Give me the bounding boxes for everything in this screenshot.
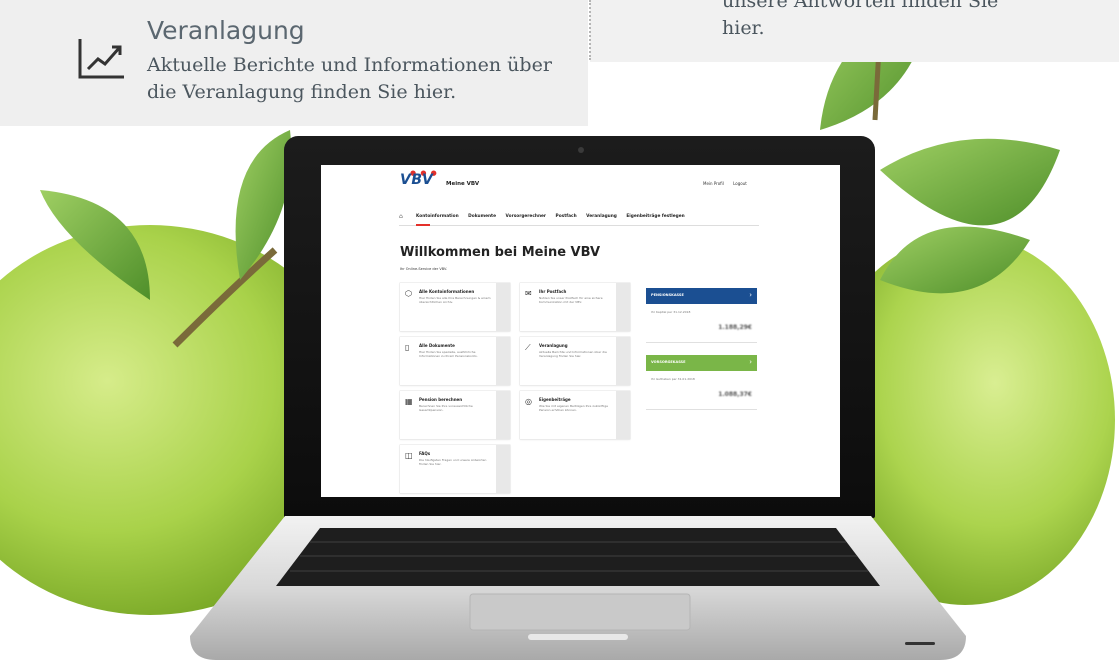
top-links: Mein Profil Logout (703, 181, 755, 186)
tile-text: Hier finden Sie alle Ihre Berechnungen &… (419, 296, 491, 305)
nav-vorsorgerechner[interactable]: Vorsorgerechner (506, 214, 547, 219)
app-name: Meine VBV (446, 181, 480, 187)
chevron-right-icon: › (749, 358, 752, 366)
tile-arrow[interactable] (496, 391, 510, 439)
tile-text: Aktuelle Berichte und Informationen über… (539, 350, 607, 359)
home-icon[interactable]: ⌂ (399, 213, 403, 220)
camera-icon (578, 147, 584, 153)
document-icon: ▯ (405, 343, 410, 352)
tile-arrow[interactable] (496, 445, 510, 493)
main-nav: ⌂ Kontoinformation Dokumente Vorsorgerec… (399, 211, 759, 226)
faq-card-text: unsere Antworten finden Sie hier. (722, 0, 999, 39)
tile-text: Nutzen Sie unser Postfach für eine siche… (539, 296, 603, 305)
account-label: VORSORGEKASSE (651, 360, 686, 364)
calculator-icon: ▦ (405, 397, 413, 406)
tile-text: Wie Sie mit eigenen Beiträgen Ihre zukün… (539, 404, 609, 413)
hero-image: Veranlagung Aktuelle Berichte und Inform… (0, 0, 1119, 660)
laptop-screen: ● ● ● VBV Meine VBV Mein Profil Logout ⌂… (321, 165, 840, 497)
pensionskasse-body: Ihr Kapital per 31.12.2018 1.188,29€ (646, 304, 757, 343)
tile-faqs[interactable]: ◫ FAQs Die häufigsten Fragen und unsere … (400, 445, 510, 493)
tile-text: Hier finden Sie spezielle, ausführliche … (419, 350, 478, 359)
chat-icon: ◫ (405, 451, 413, 460)
welcome-heading: Willkommen bei Meine VBV (400, 245, 601, 260)
tile-pension-berechnen[interactable]: ▦ Pension berechnen Berechnen Sie Ihre v… (400, 391, 510, 439)
card-description: Aktuelle Berichte und Informationen über… (147, 54, 552, 103)
tile-title: Alle Kontoinformationen (419, 289, 475, 294)
tile-dokumente[interactable]: ▯ Alle Dokumente Hier finden Sie speziel… (400, 337, 510, 385)
tile-text: Die häufigsten Fragen und unsere Antwort… (419, 458, 487, 467)
nav-veranlagung[interactable]: Veranlagung (586, 214, 617, 219)
nav-dokumente[interactable]: Dokumente (468, 214, 496, 219)
tile-arrow[interactable] (496, 283, 510, 331)
tile-arrow[interactable] (616, 283, 630, 331)
tile-title: Pension berechnen (419, 397, 463, 402)
account-amount: 1.188,29€ (718, 324, 752, 331)
nav-eigenbeitraege[interactable]: Eigenbeiträge festlegen (626, 214, 684, 219)
pensionskasse-header[interactable]: PENSIONSKASSE › (646, 288, 757, 304)
logout-link[interactable]: Logout (733, 181, 747, 186)
vorsorgekasse-body: Ihr Guthaben per 31.01.2018 1.088,37€ (646, 371, 757, 410)
account-amount: 1.088,37€ (718, 391, 752, 398)
nav-active-marker (416, 224, 430, 226)
coins-icon: ◎ (525, 397, 532, 406)
tile-title: Alle Dokumente (419, 343, 455, 348)
chart-icon: ⟋ (525, 343, 531, 352)
tile-title: Eigenbeiträge (539, 397, 571, 402)
card-title: Veranlagung (147, 16, 305, 45)
tile-title: Ihr Postfach (539, 289, 567, 294)
tile-arrow[interactable] (616, 391, 630, 439)
laptop-base (190, 516, 966, 660)
account-date: Ihr Kapital per 31.12.2018 (651, 310, 691, 314)
account-date: Ihr Guthaben per 31.01.2018 (651, 377, 695, 381)
tile-title: Veranlagung (539, 343, 568, 348)
vorsorgekasse-header[interactable]: VORSORGEKASSE › (646, 355, 757, 371)
nav-kontoinformation[interactable]: Kontoinformation (416, 214, 459, 219)
trend-line-icon (78, 39, 124, 79)
welcome-subtitle: Ihr Online-Service der VBV. (400, 267, 448, 271)
tile-title: FAQs (419, 451, 431, 456)
divider (589, 0, 591, 60)
tile-postfach[interactable]: ✉ Ihr Postfach Nutzen Sie unser Postfach… (520, 283, 630, 331)
mail-icon: ✉ (525, 289, 532, 298)
account-label: PENSIONSKASSE (651, 293, 684, 297)
tile-veranlagung[interactable]: ⟋ Veranlagung Aktuelle Berichte und Info… (520, 337, 630, 385)
cube-icon: ⬡ (405, 289, 412, 298)
tile-eigenbeitraege[interactable]: ◎ Eigenbeiträge Wie Sie mit eigenen Beit… (520, 391, 630, 439)
profile-link[interactable]: Mein Profil (703, 181, 724, 186)
veranlagung-card[interactable]: Veranlagung Aktuelle Berichte und Inform… (0, 0, 588, 126)
tile-kontoinformationen[interactable]: ⬡ Alle Kontoinformationen Hier finden Si… (400, 283, 510, 331)
vbv-logo: VBV (400, 172, 434, 188)
nav-postfach[interactable]: Postfach (556, 214, 577, 219)
chevron-right-icon: › (749, 291, 752, 299)
tile-arrow[interactable] (496, 337, 510, 385)
tile-text: Berechnen Sie Ihre voraussichtliche Gesa… (419, 404, 473, 413)
tile-arrow[interactable] (616, 337, 630, 385)
